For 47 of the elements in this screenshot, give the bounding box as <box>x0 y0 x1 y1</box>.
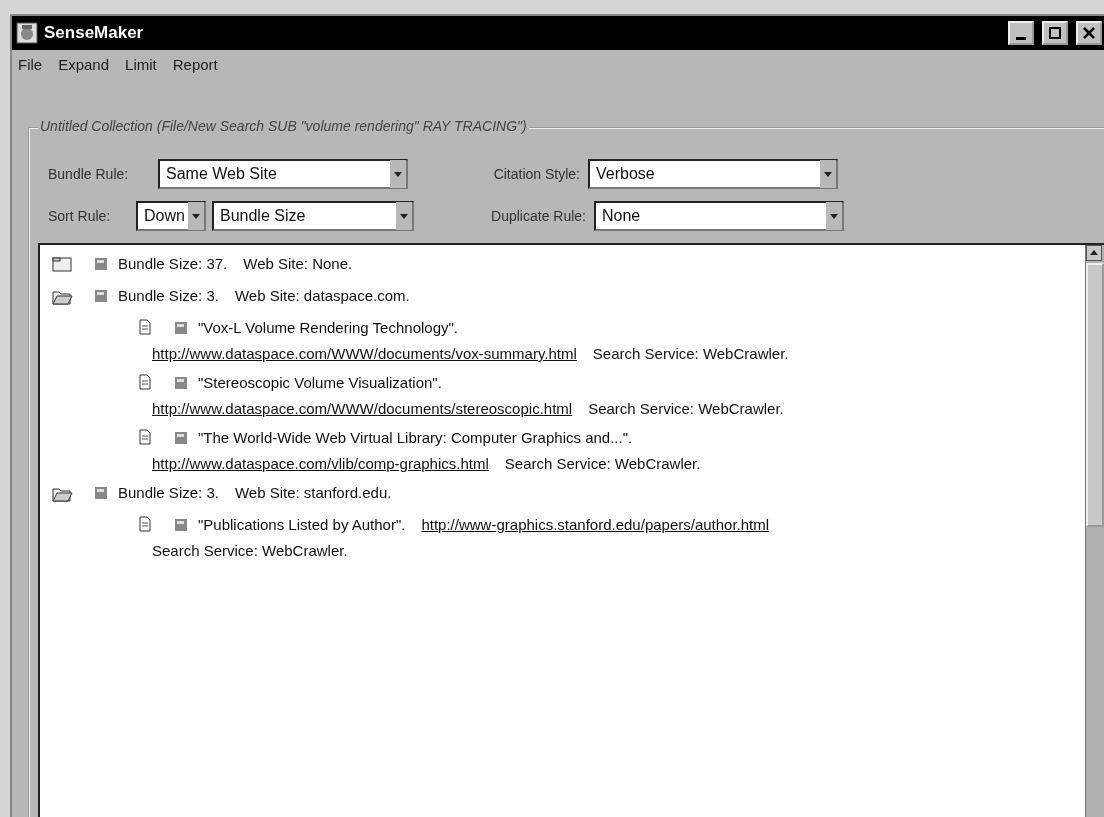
link[interactable]: http://www.dataspace.com/WWW/documents/vox-summary.html <box>152 345 577 362</box>
link[interactable]: http://www.dataspace.com/WWW/documents/stereoscopic.html <box>152 400 573 417</box>
entry-text: Search Service: WebCrawler. <box>592 345 789 362</box>
window-title: SenseMaker <box>44 23 144 43</box>
field-label: Citation Style: <box>492 166 581 182</box>
maximize-icon <box>1046 24 1064 42</box>
dropdown[interactable]: Down <box>136 201 206 231</box>
link[interactable]: http://www.dataspace.com/vlib/comp-graphics.html <box>152 455 489 472</box>
entry-text: Web Site: stanford.edu. <box>234 484 392 501</box>
entry-text: Web Site: dataspace.com. <box>234 287 410 304</box>
document-icon <box>138 319 152 335</box>
scroll-thumb[interactable] <box>1086 263 1104 527</box>
document-icon <box>138 374 152 390</box>
entry-text: Search Service: WebCrawler. <box>504 455 701 472</box>
entry-text: "Stereoscopic Volume Visualization". <box>198 374 442 391</box>
maximize-button[interactable] <box>1042 21 1068 45</box>
app-icon <box>16 22 38 44</box>
menu-item[interactable]: Limit <box>125 56 157 73</box>
menu-item[interactable]: Report <box>172 56 218 73</box>
link[interactable]: http://www-graphics.stanford.edu/papers/author.html <box>421 516 770 533</box>
dropdown[interactable]: Same Web Site <box>158 159 408 189</box>
entry-text: Bundle Size: 37. <box>118 255 228 272</box>
scroll-up-icon <box>1086 245 1102 261</box>
dropdown[interactable]: Verbose <box>588 159 838 189</box>
folder-icon[interactable] <box>52 255 74 275</box>
menu-item[interactable]: Expand <box>58 56 110 73</box>
dropdown[interactable]: Bundle Size <box>212 201 414 231</box>
entry-text: Web Site: None. <box>243 255 353 272</box>
entry-text: Search Service: WebCrawler. <box>588 400 784 417</box>
entry-text: "Publications Listed by Author". <box>198 516 406 533</box>
menu-item[interactable]: File <box>18 56 43 73</box>
entry-text: Bundle Size: 3. <box>118 287 219 304</box>
minimize-button[interactable] <box>1008 21 1034 45</box>
field-label: Bundle Rule: <box>48 166 130 182</box>
entry-text: Bundle Size: 3. <box>118 484 219 501</box>
field-label: Sort Rule: <box>48 208 112 224</box>
entry-text: Search Service: WebCrawler. <box>152 542 348 559</box>
field-label: Duplicate Rule: <box>490 208 587 224</box>
scrollbar[interactable] <box>1085 245 1104 817</box>
entry-text: "The World-Wide Web Virtual Library: Computer Graphics and...". <box>198 429 633 446</box>
collection-title: Untitled Collection (File/New Search SUB "volume rendering" RAY TRACING") <box>38 118 529 134</box>
minimize-icon <box>1016 36 1026 40</box>
dropdown[interactable]: None <box>594 201 844 231</box>
entry-text: "Vox-L Volume Rendering Technology". <box>198 319 458 336</box>
document-icon <box>138 516 152 532</box>
close-button[interactable] <box>1076 21 1102 45</box>
document-icon <box>138 429 152 445</box>
